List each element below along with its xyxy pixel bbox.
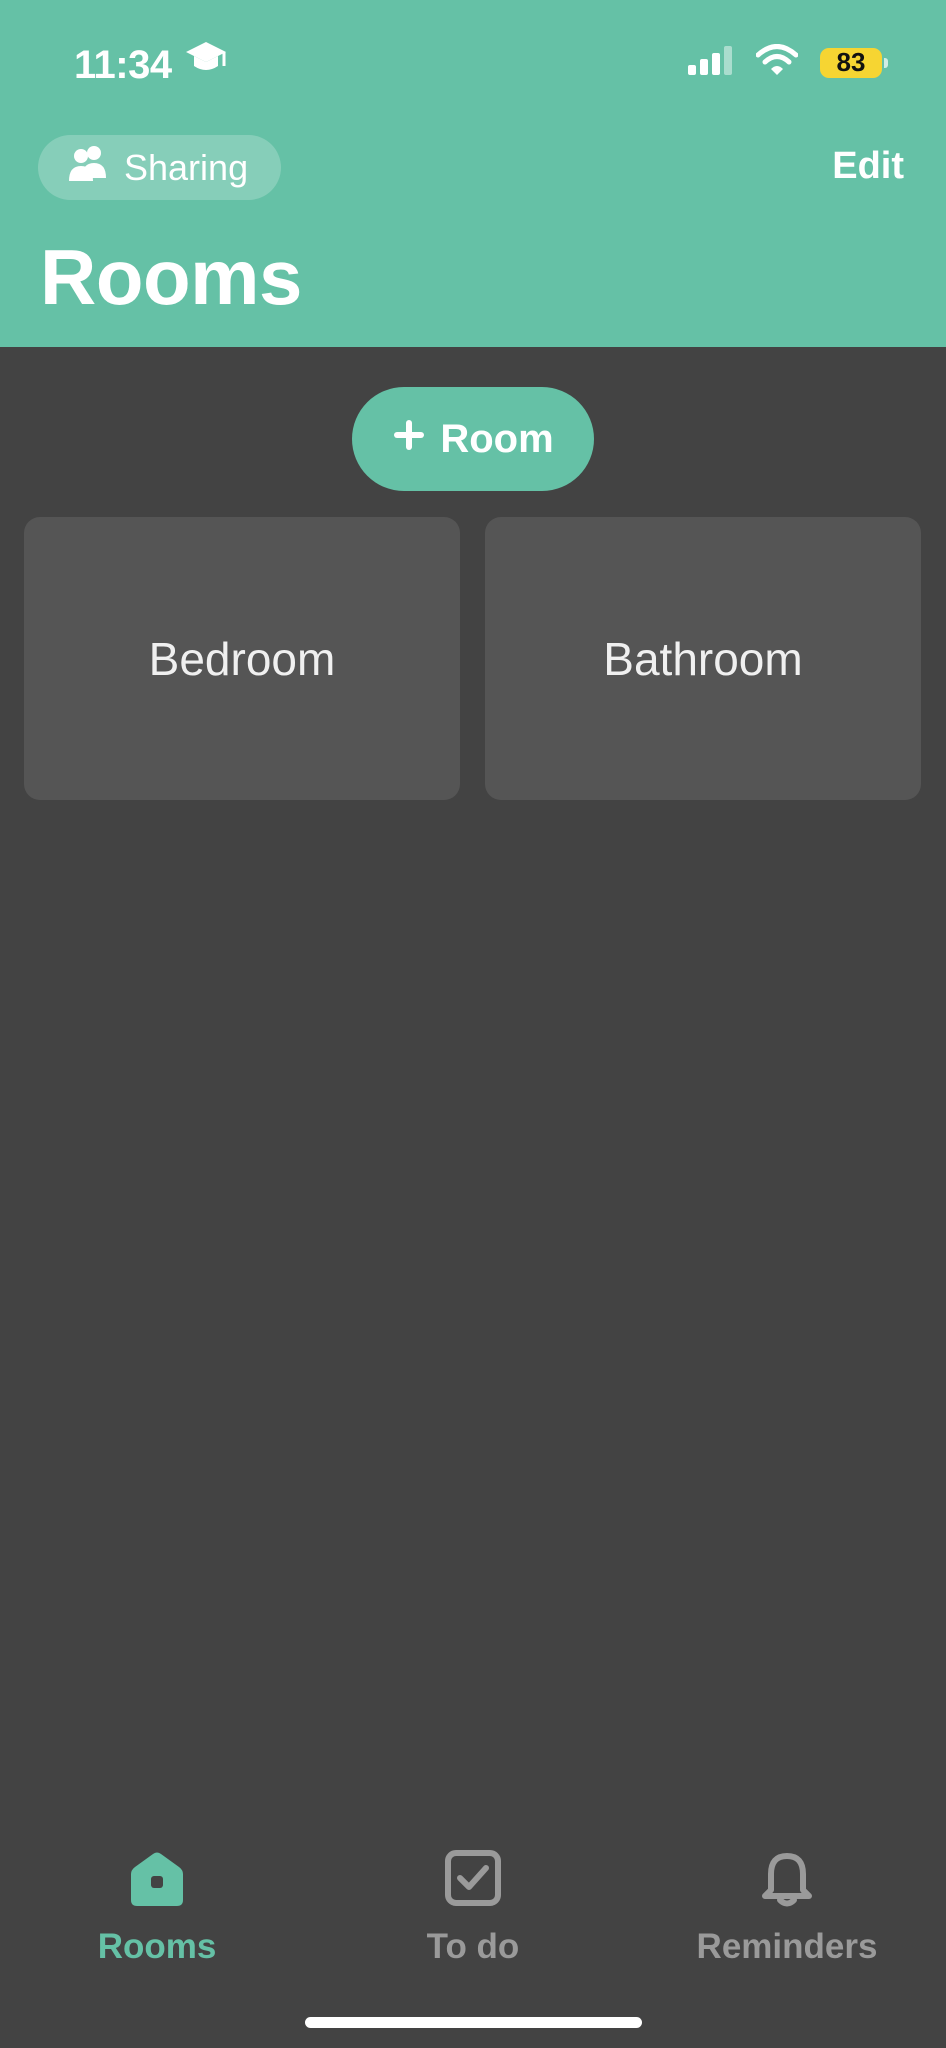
- home-icon: [127, 1850, 187, 1917]
- tab-reminders[interactable]: Reminders: [667, 1850, 907, 1967]
- page-title: Rooms: [40, 233, 302, 321]
- status-time: 11:34: [74, 40, 228, 90]
- bell-icon: [757, 1850, 817, 1917]
- plus-icon: [392, 417, 426, 462]
- graduation-cap-icon: [184, 40, 228, 90]
- wifi-icon: [755, 44, 799, 81]
- signal-icon: [688, 45, 734, 80]
- sharing-button[interactable]: Sharing: [38, 135, 281, 200]
- sharing-label: Sharing: [124, 146, 249, 188]
- room-card-bathroom[interactable]: Bathroom: [485, 517, 921, 800]
- checkbox-icon: [443, 1850, 503, 1917]
- tab-rooms[interactable]: Rooms: [37, 1850, 277, 1967]
- edit-button[interactable]: Edit: [832, 145, 904, 188]
- add-room-label: Room: [440, 416, 554, 461]
- home-indicator: [305, 2017, 642, 2028]
- status-icons: 83: [688, 44, 888, 81]
- header: 11:34 83 Sharing Edit Rooms: [0, 0, 946, 347]
- battery-icon: 83: [820, 47, 888, 78]
- tab-todo[interactable]: To do: [353, 1850, 593, 1967]
- add-room-button[interactable]: Room: [352, 387, 594, 491]
- people-icon: [68, 144, 110, 191]
- tab-todo-label: To do: [426, 1927, 520, 1966]
- tab-reminders-label: Reminders: [696, 1927, 878, 1966]
- room-card-label: Bathroom: [603, 632, 803, 685]
- status-time-text: 11:34: [74, 42, 172, 87]
- tab-rooms-label: Rooms: [97, 1927, 217, 1966]
- battery-level: 83: [836, 47, 866, 77]
- room-card-bedroom[interactable]: Bedroom: [24, 517, 460, 800]
- room-card-label: Bedroom: [148, 632, 336, 685]
